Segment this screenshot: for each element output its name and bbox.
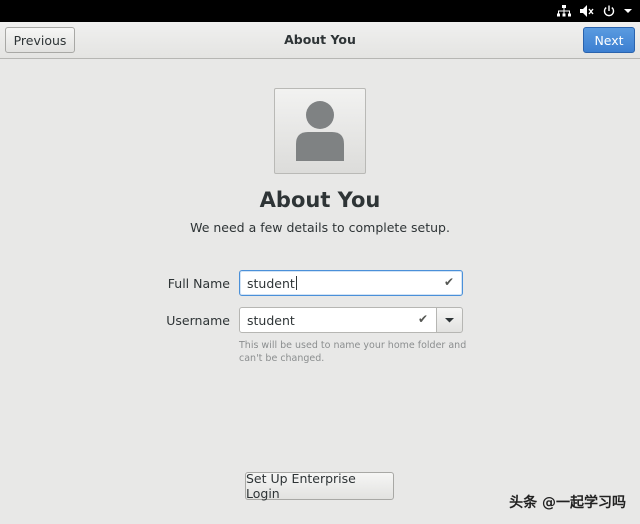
enterprise-login-button[interactable]: Set Up Enterprise Login <box>245 471 394 501</box>
header-bar: Previous About You Next <box>0 22 640 59</box>
watermark: 头条 @一起学习吗 <box>509 495 626 511</box>
next-button[interactable]: Next <box>583 27 635 53</box>
header-title: About You <box>284 32 356 47</box>
username-dropdown-button[interactable] <box>436 307 463 333</box>
dropdown-arrow-icon[interactable] <box>624 8 632 14</box>
system-tray[interactable] <box>557 0 632 22</box>
page-subtitle: We need a few details to complete setup. <box>190 220 450 235</box>
username-hint: This will be used to name your home fold… <box>239 340 467 364</box>
user-avatar-icon <box>296 101 344 161</box>
full-name-field[interactable]: student ✔ <box>239 270 463 296</box>
system-top-bar <box>0 0 640 22</box>
volume-muted-icon[interactable] <box>580 5 594 17</box>
full-name-label: Full Name <box>167 276 230 291</box>
avatar-button[interactable] <box>274 88 366 174</box>
network-icon[interactable] <box>557 5 571 17</box>
checkmark-icon: ✔ <box>443 275 454 289</box>
full-name-value: student <box>247 275 295 291</box>
chevron-down-icon <box>445 318 454 323</box>
page-title: About You <box>259 188 381 212</box>
username-field[interactable]: student ✔ <box>239 307 437 333</box>
username-label: Username <box>166 313 230 328</box>
power-icon[interactable] <box>603 5 615 17</box>
username-value: student <box>247 312 295 328</box>
text-cursor <box>295 276 297 290</box>
checkmark-icon: ✔ <box>417 312 428 326</box>
